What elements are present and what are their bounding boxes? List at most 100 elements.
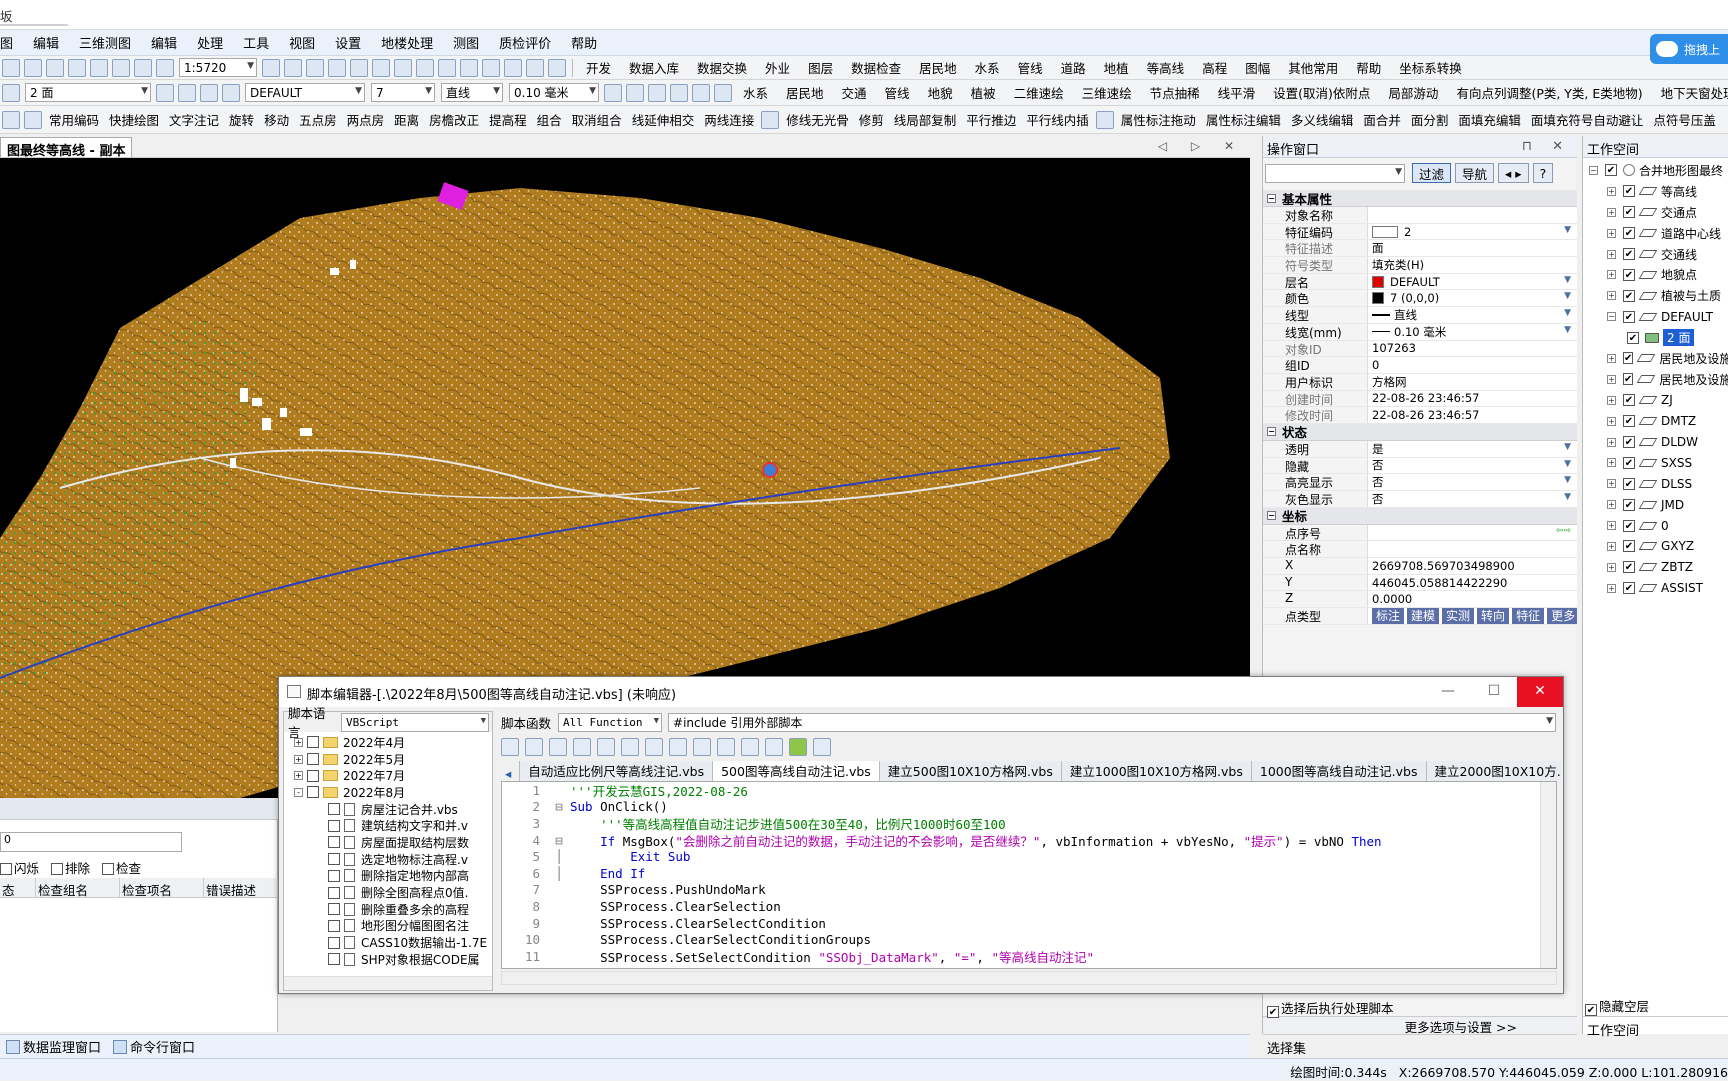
toolbar3-item-1[interactable]: 快捷绘图 bbox=[104, 110, 164, 129]
basic-row-7[interactable]: 线宽(mm) 0.10 毫米 ▼ bbox=[1263, 323, 1577, 341]
selection-set-tab[interactable]: 选择集 bbox=[1263, 1034, 1577, 1057]
toolbar3-item-20[interactable]: 属性标注编辑 bbox=[1201, 110, 1286, 129]
dropdown-arrow-icon[interactable]: ▼ bbox=[1564, 291, 1571, 301]
script-tab-3[interactable]: 建立1000图10X10方格网.vbs bbox=[1060, 761, 1252, 781]
basic-row-0[interactable]: 对象名称 bbox=[1263, 207, 1577, 224]
file-checkbox[interactable] bbox=[328, 819, 340, 832]
basic-value[interactable]: 7 (0,0,0) ▼ bbox=[1368, 290, 1577, 306]
edit-tool-icon-14[interactable] bbox=[761, 110, 780, 129]
basic-value[interactable]: 22-08-26 23:46:57 bbox=[1368, 391, 1577, 407]
layer-visible-checkbox[interactable] bbox=[1623, 436, 1635, 449]
tool-icon-b12[interactable] bbox=[526, 58, 544, 77]
layer-item[interactable]: + 等高线 bbox=[1583, 181, 1728, 202]
exclude-checkbox[interactable]: 排除 bbox=[51, 858, 90, 877]
toolbar2-item-10[interactable]: 设置(取消)依附点 bbox=[1264, 83, 1379, 102]
undo-icon[interactable] bbox=[669, 738, 687, 756]
replace-icon[interactable] bbox=[645, 738, 663, 756]
menu-item-6[interactable]: 视图 bbox=[289, 33, 335, 52]
expand-icon[interactable]: + bbox=[294, 771, 303, 781]
menu-item-11[interactable]: 帮助 bbox=[571, 33, 617, 52]
basic-value[interactable]: 直线 ▼ bbox=[1368, 307, 1577, 323]
tool-icon-1[interactable] bbox=[24, 58, 42, 77]
toolbar3-item-8[interactable]: 房檐改正 bbox=[424, 110, 484, 129]
redo-icon[interactable] bbox=[693, 738, 711, 756]
script-tab-5[interactable]: 建立2000图10X10方... bbox=[1425, 761, 1561, 781]
toolbar3-item-15[interactable]: 修剪 bbox=[854, 110, 889, 129]
toolbar3-item-5[interactable]: 五点房 bbox=[294, 110, 342, 129]
toolbar3-item-26[interactable]: 点符号压盖 bbox=[1648, 110, 1721, 129]
filter-button[interactable]: 过滤 bbox=[1412, 163, 1452, 183]
layer-item[interactable]: + SXSS bbox=[1583, 452, 1728, 473]
basic-value[interactable]: 填充类(H) bbox=[1368, 257, 1577, 273]
toolbar1-item-13[interactable]: 图幅 bbox=[1236, 58, 1279, 77]
tool-icon-7[interactable] bbox=[156, 58, 174, 77]
toolbar3-item-2[interactable]: 文字注记 bbox=[164, 110, 224, 129]
coord-row-4[interactable]: Z 0.0000 bbox=[1263, 591, 1577, 609]
minimize-button[interactable]: — bbox=[1425, 677, 1471, 707]
layer-visible-checkbox[interactable] bbox=[1623, 227, 1635, 240]
basic-row-2[interactable]: 特征描述面 bbox=[1263, 240, 1577, 258]
attr-tool-icon-5[interactable] bbox=[714, 83, 732, 102]
coord-value[interactable]: 446045.058814422290 bbox=[1368, 575, 1577, 591]
attr-tool-icon-1[interactable] bbox=[626, 83, 644, 102]
panel-pin-close[interactable]: ⊓ ✕ bbox=[1522, 139, 1571, 154]
col-desc[interactable]: 错误描述 bbox=[204, 878, 278, 898]
basic-value[interactable]: 2 ▼ bbox=[1368, 224, 1577, 240]
toolbar2-item-12[interactable]: 有向点列调整(P类, Y类, E类地物) bbox=[1447, 83, 1651, 102]
folder-checkbox[interactable] bbox=[307, 753, 319, 766]
sub-visible-checkbox[interactable] bbox=[1627, 331, 1639, 344]
toolbar3-item-24[interactable]: 面填充编辑 bbox=[1453, 110, 1526, 129]
toolbar2-item-13[interactable]: 地下天窗处理 bbox=[1652, 83, 1728, 102]
file-checkbox[interactable] bbox=[328, 853, 340, 866]
script-file[interactable]: CASS10数据输出-1.7E bbox=[284, 934, 492, 951]
toolbar1-item-16[interactable]: 坐标系转换 bbox=[1390, 58, 1471, 77]
layer-item[interactable]: + 地貌点 bbox=[1583, 264, 1728, 285]
check-checkbox[interactable]: 检查 bbox=[102, 858, 141, 877]
workspace-tab[interactable]: 工作空间 bbox=[1583, 1016, 1728, 1039]
layer-visible-checkbox[interactable] bbox=[1623, 268, 1635, 281]
state-value[interactable]: 否 ▼ bbox=[1368, 474, 1577, 490]
file-checkbox[interactable] bbox=[328, 803, 340, 816]
tool-icon-5[interactable] bbox=[112, 58, 130, 77]
layer-visible-checkbox[interactable] bbox=[1623, 185, 1635, 198]
toolbar1-item-10[interactable]: 地植 bbox=[1095, 58, 1138, 77]
point-type-tag-4[interactable]: 特征 bbox=[1512, 608, 1545, 624]
toolbar1-item-6[interactable]: 居民地 bbox=[910, 58, 966, 77]
col-group[interactable]: 检查组名 bbox=[36, 878, 120, 898]
script-file[interactable]: 删除指定地物内部高 bbox=[284, 868, 492, 885]
edit-tool-icon-19[interactable] bbox=[1095, 110, 1114, 129]
toolbar1-item-9[interactable]: 道路 bbox=[1052, 58, 1095, 77]
toolbar1-item-4[interactable]: 图层 bbox=[799, 58, 842, 77]
basic-value[interactable] bbox=[1368, 207, 1577, 223]
basic-row-6[interactable]: 线型 直线 ▼ bbox=[1263, 307, 1577, 324]
script-file[interactable]: 删除重叠多余的高程 bbox=[284, 901, 492, 918]
help-icon[interactable] bbox=[813, 738, 831, 756]
toolbar3-item-6[interactable]: 两点房 bbox=[342, 110, 390, 129]
script-file[interactable]: 房屋注记合并.vbs bbox=[284, 801, 492, 818]
function-select[interactable]: All Function ▼ bbox=[558, 712, 663, 732]
expand-icon[interactable]: + bbox=[1607, 541, 1616, 551]
file-checkbox[interactable] bbox=[328, 903, 340, 916]
linewidth-combo[interactable]: 0.10 毫米 ▼ bbox=[509, 83, 599, 102]
toolbar3-item-19[interactable]: 属性标注拖动 bbox=[1116, 110, 1201, 129]
script-file[interactable]: SHP对象根据CODE属 bbox=[284, 951, 492, 968]
expand-icon[interactable]: + bbox=[1607, 228, 1616, 238]
script-tab-0[interactable]: 自动适应比例尺等高线注记.vbs bbox=[519, 761, 714, 781]
more-options-button[interactable]: 更多选项与设置 >> bbox=[1263, 1016, 1577, 1035]
layer-item[interactable]: + DMTZ bbox=[1583, 411, 1728, 432]
maximize-button[interactable]: ☐ bbox=[1471, 677, 1517, 707]
toolbar1-item-12[interactable]: 高程 bbox=[1193, 58, 1236, 77]
script-file[interactable]: 地形图分幅图图名注 bbox=[284, 918, 492, 935]
toolbar3-item-4[interactable]: 移动 bbox=[259, 110, 294, 129]
cloud-upload-button[interactable]: 拖拽上 bbox=[1650, 34, 1728, 64]
layer-visible-checkbox[interactable] bbox=[1623, 373, 1634, 386]
basic-row-1[interactable]: 特征编码 2 ▼ bbox=[1263, 223, 1577, 241]
expand-icon[interactable]: + bbox=[1607, 207, 1616, 217]
section-state[interactable]: − 状态 bbox=[1263, 423, 1577, 441]
navigate-button[interactable]: 导航 bbox=[1455, 163, 1495, 183]
point-type-tag-0[interactable]: 标注 bbox=[1372, 608, 1405, 624]
fold-gutter[interactable]: ⊟ bbox=[548, 799, 570, 814]
copy-icon[interactable] bbox=[573, 738, 591, 756]
coord-row-2[interactable]: X 2669708.569703498900 bbox=[1263, 558, 1577, 575]
outdent-icon[interactable] bbox=[765, 738, 783, 756]
